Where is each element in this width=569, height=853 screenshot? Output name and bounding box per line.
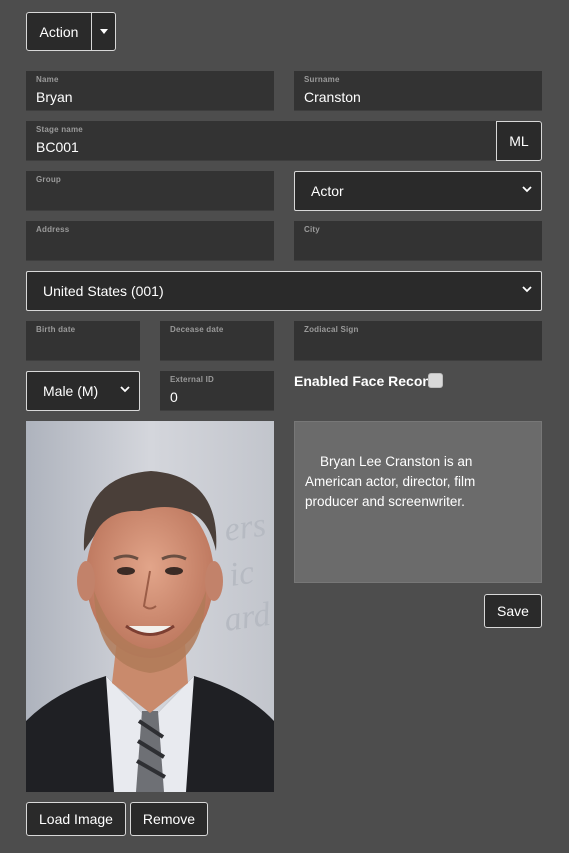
chevron-down-icon (522, 284, 532, 294)
profile-photo: ers ic ard (26, 421, 274, 792)
city-field[interactable]: City (294, 221, 542, 261)
remove-image-button[interactable]: Remove (130, 802, 208, 836)
country-select-value: United States (001) (43, 283, 164, 299)
name-value: Bryan (36, 89, 73, 105)
action-button-label: Action (39, 23, 79, 40)
address-label: Address (36, 225, 70, 234)
svg-text:ard: ard (222, 596, 274, 639)
remove-image-button-label: Remove (142, 811, 196, 827)
gender-select-value: Male (M) (43, 383, 99, 399)
load-image-button-label: Load Image (39, 811, 113, 827)
country-select[interactable]: United States (001) (26, 271, 542, 311)
surname-label: Surname (304, 75, 340, 84)
stage-name-label: Stage name (36, 125, 83, 134)
save-button[interactable]: Save (484, 594, 542, 628)
external-id-label: External ID (170, 375, 214, 384)
portrait-image: ers ic ard (26, 421, 274, 792)
face-recon-checkbox[interactable] (428, 373, 443, 388)
resize-grip-icon[interactable] (531, 572, 539, 626)
action-button[interactable]: Action (26, 12, 92, 51)
birth-date-label: Birth date (36, 325, 76, 334)
zodiacal-sign-field[interactable]: Zodiacal Sign (294, 321, 542, 361)
external-id-field[interactable]: External ID 0 (160, 371, 274, 411)
name-label: Name (36, 75, 59, 84)
role-select-value: Actor (311, 183, 344, 199)
bio-textarea[interactable]: Bryan Lee Cranston is an American actor,… (294, 421, 542, 626)
name-field[interactable]: Name Bryan (26, 71, 274, 111)
ml-button[interactable]: ML (496, 121, 542, 161)
birth-date-field[interactable]: Birth date (26, 321, 140, 361)
bio-text: Bryan Lee Cranston is an American actor,… (305, 454, 480, 509)
face-recon-label: Enabled Face Recon. (294, 373, 435, 389)
decease-date-field[interactable]: Decease date (160, 321, 274, 361)
stage-name-value: BC001 (36, 139, 79, 155)
svg-text:ic: ic (227, 554, 256, 594)
decease-date-label: Decease date (170, 325, 224, 334)
chevron-down-icon (522, 184, 532, 194)
caret-down-icon (99, 29, 108, 34)
address-field[interactable]: Address (26, 221, 274, 261)
ml-button-label: ML (509, 133, 529, 149)
group-label: Group (36, 175, 61, 184)
stage-name-field[interactable]: Stage name BC001 (26, 121, 496, 161)
actor-form-page: Action Name Bryan Surname Cranston Stage… (0, 0, 569, 853)
surname-value: Cranston (304, 89, 361, 105)
action-dropdown-toggle[interactable] (91, 12, 116, 51)
load-image-button[interactable]: Load Image (26, 802, 126, 836)
external-id-value: 0 (170, 389, 178, 405)
surname-field[interactable]: Surname Cranston (294, 71, 542, 111)
zodiacal-sign-label: Zodiacal Sign (304, 325, 359, 334)
svg-text:ers: ers (222, 506, 268, 548)
city-label: City (304, 225, 320, 234)
gender-select[interactable]: Male (M) (26, 371, 140, 411)
save-button-label: Save (497, 603, 529, 619)
chevron-down-icon (120, 384, 130, 394)
role-select[interactable]: Actor (294, 171, 542, 211)
group-field[interactable]: Group (26, 171, 274, 211)
